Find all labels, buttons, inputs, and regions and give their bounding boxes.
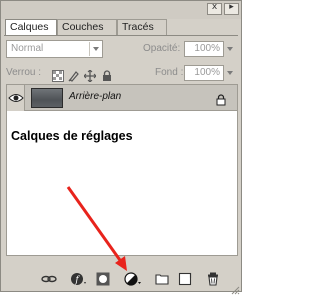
adjustment-layer-icon[interactable] xyxy=(124,272,141,286)
new-layer-icon[interactable] xyxy=(178,272,192,286)
layer-mask-icon[interactable] xyxy=(96,272,110,286)
layers-list: Arrière-plan xyxy=(6,84,238,256)
lock-row: Verrou : Fond: 100% xyxy=(4,65,238,83)
blend-mode-select[interactable]: Normal xyxy=(6,40,103,58)
layers-panel: x ▸ Calques Couches x Tracés x Normal Op… xyxy=(0,0,242,295)
opacity-input[interactable]: 100% xyxy=(184,41,224,57)
layers-panel-body: Normal Opacité: 100% Verrou : Fond: 100… xyxy=(4,35,238,287)
layer-thumbnail xyxy=(31,88,63,108)
panel-menu-icon[interactable]: ▸ xyxy=(224,2,239,15)
chevron-down-icon xyxy=(89,42,101,56)
lock-label: Verrou : xyxy=(6,67,42,78)
tab-traces[interactable]: Tracés x xyxy=(117,19,167,47)
tab-calques[interactable]: Calques xyxy=(5,19,57,36)
tab-couches[interactable]: Couches x xyxy=(57,19,117,47)
panel-top-strip: x ▸ xyxy=(1,1,241,19)
lock-paint-icon[interactable] xyxy=(68,67,80,82)
blend-mode-value: Normal xyxy=(11,43,44,54)
lock-all-icon[interactable] xyxy=(101,67,113,81)
tab-label: Calques xyxy=(10,21,49,33)
chevron-down-icon[interactable] xyxy=(225,41,235,57)
lock-transparency-icon[interactable] xyxy=(52,67,64,82)
lock-move-icon[interactable] xyxy=(83,67,97,83)
trash-icon[interactable] xyxy=(206,272,220,286)
chevron-down-icon[interactable] xyxy=(225,65,235,81)
layer-row[interactable]: Arrière-plan xyxy=(7,85,237,111)
close-x-icon[interactable]: x xyxy=(207,2,222,15)
new-group-icon[interactable] xyxy=(155,272,169,286)
layer-style-icon[interactable]: f xyxy=(70,272,86,286)
layers-bottom-toolbar: f xyxy=(4,272,238,288)
tab-label: Couches xyxy=(62,21,104,33)
blend-row: Normal Opacité: 100% xyxy=(4,40,238,58)
annotation-text: Calques de réglages xyxy=(11,129,133,143)
link-layers-icon[interactable] xyxy=(41,272,57,286)
fill-input[interactable]: 100% xyxy=(184,65,224,81)
lock-icon xyxy=(215,91,227,106)
resize-grip-icon[interactable] xyxy=(230,280,240,295)
tab-label: Tracés xyxy=(122,21,154,33)
fill-label: Fond : xyxy=(155,67,184,78)
opacity-label: Opacité: xyxy=(143,43,181,54)
layer-name[interactable]: Arrière-plan xyxy=(69,91,121,102)
eye-icon[interactable] xyxy=(7,85,25,111)
